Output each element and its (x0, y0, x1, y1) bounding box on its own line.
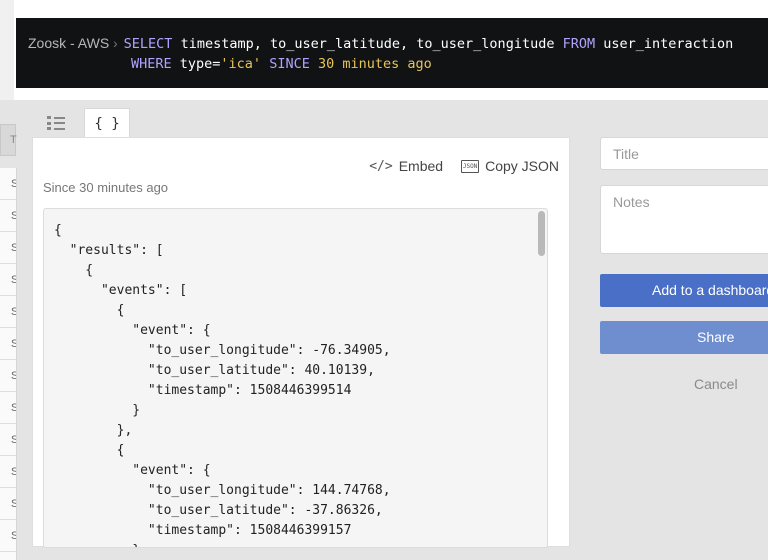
list-item[interactable]: S (0, 392, 16, 424)
query-token: minutes ago (342, 56, 432, 72)
embed-label: Embed (398, 158, 444, 174)
chevron-right-icon: › (113, 36, 118, 51)
share-button[interactable]: Share (600, 321, 768, 354)
list-item[interactable]: S (0, 328, 16, 360)
query-token: user_interaction (595, 36, 734, 52)
list-item[interactable]: S (0, 264, 16, 296)
json-text: { "results": [ { "events": [ { "event": … (54, 223, 391, 547)
time-range-text: Since 30 minutes ago (43, 180, 169, 195)
top-band-left (0, 0, 14, 100)
tab-table-view[interactable] (34, 108, 78, 138)
cancel-link[interactable]: Cancel (694, 376, 738, 392)
query-line-2: WHERE type='ica' SINCE 30 minutes ago (28, 56, 432, 72)
query-token: 30 (317, 56, 335, 72)
list-item[interactable]: S (0, 232, 16, 264)
query-token: type= (171, 56, 221, 72)
list-item[interactable]: S (0, 488, 16, 520)
notes-textarea[interactable] (600, 185, 768, 254)
list-icon (47, 116, 65, 130)
add-to-dashboard-button[interactable]: Add to a dashboard (600, 274, 768, 307)
background-tab: T (0, 124, 17, 156)
query-token (310, 56, 318, 72)
query-token: WHERE (131, 56, 172, 72)
nrql-query-box[interactable]: Zoosk - AWS › SELECT timestamp, to_user_la… (16, 18, 768, 88)
list-item[interactable]: S (0, 424, 16, 456)
json-output[interactable]: { "results": [ { "events": [ { "event": … (43, 208, 548, 548)
query-token: FROM (562, 36, 596, 52)
list-item[interactable]: S (0, 360, 16, 392)
query-token: SINCE (269, 56, 310, 72)
list-item[interactable]: S (0, 200, 16, 232)
panel-actions: </> Embed JSON Copy JSON (369, 158, 559, 174)
query-token (261, 56, 269, 72)
query-line-1: SELECT timestamp, to_user_latitude, to_u… (124, 36, 734, 52)
embed-button[interactable]: </> Embed (369, 158, 443, 174)
json-icon: JSON (461, 159, 480, 173)
list-item[interactable]: S (0, 296, 16, 328)
code-icon: </> (369, 158, 393, 174)
account-name[interactable]: Zoosk - AWS (28, 35, 109, 51)
query-token: 'ica' (220, 56, 262, 72)
query-token: SELECT (123, 36, 173, 52)
copy-json-label: Copy JSON (485, 158, 559, 174)
title-input[interactable] (600, 137, 768, 170)
list-item[interactable]: S (0, 168, 16, 200)
tab-json-view[interactable]: { } (84, 108, 130, 138)
list-item[interactable]: S (0, 520, 16, 552)
list-item[interactable]: S (0, 456, 16, 488)
query-token: timestamp, to_user_latitude, to_user_lon… (172, 36, 563, 52)
copy-json-button[interactable]: JSON Copy JSON (461, 158, 559, 174)
background-list: SSSSSSSSSSSS (0, 168, 17, 560)
json-panel: </> Embed JSON Copy JSON Since 30 minute… (32, 137, 570, 548)
scrollbar[interactable] (538, 211, 545, 256)
